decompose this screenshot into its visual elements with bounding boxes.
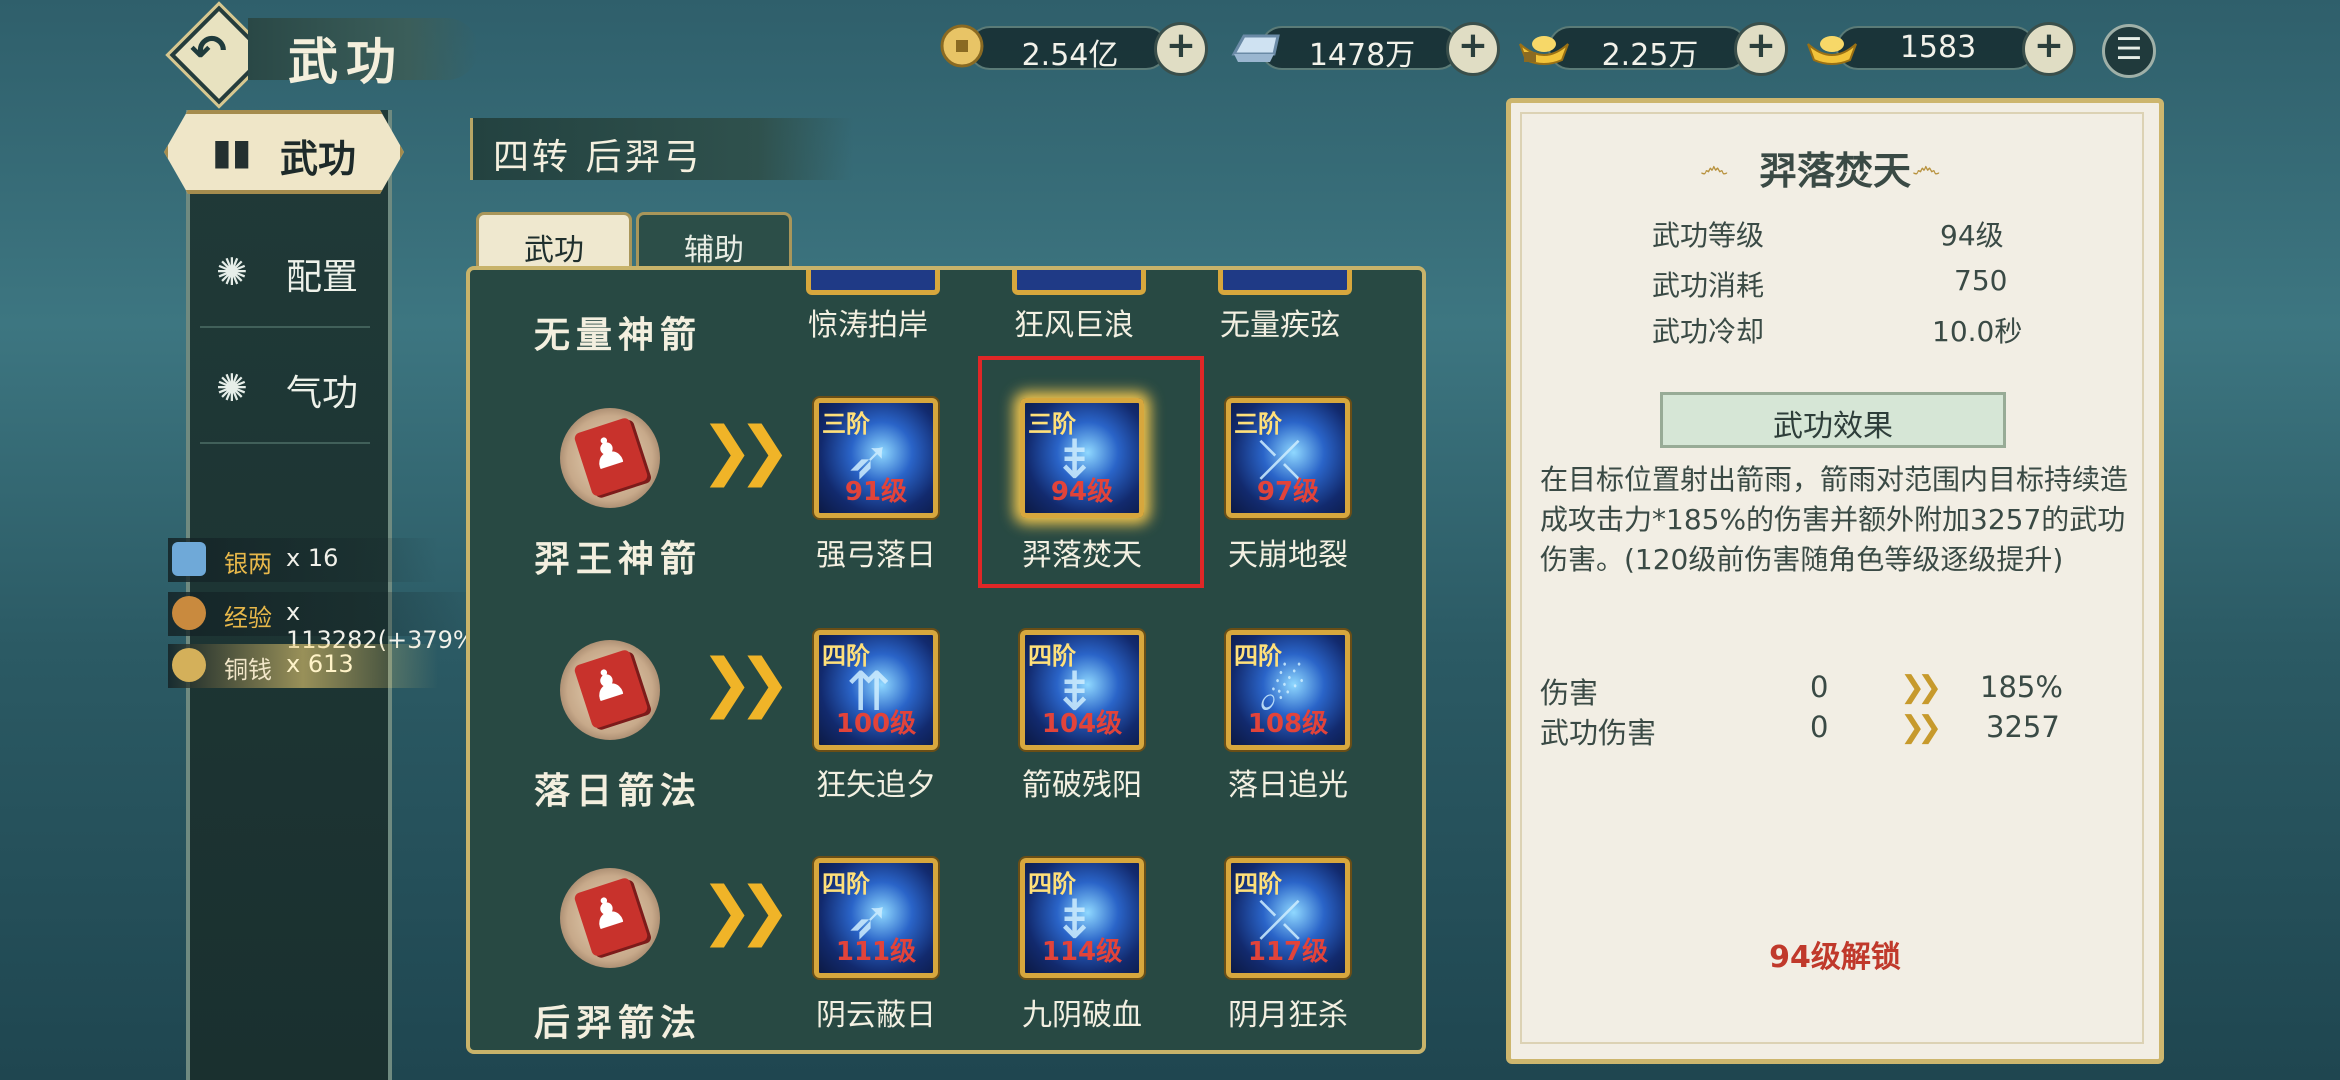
sidebar-divider — [200, 326, 370, 328]
stat-label: 武功消耗 — [1652, 269, 1765, 302]
cards-icon: ▮▮ — [212, 132, 252, 173]
row-label: 无量神箭 — [534, 314, 703, 356]
skill-name[interactable]: 狂风巨浪 — [989, 300, 1159, 344]
skill-name[interactable]: 天崩地裂 — [1203, 530, 1373, 574]
damage-label: 伤害 — [1540, 676, 1599, 710]
currency-silver: 1478万 + — [1230, 22, 1500, 76]
sidebar-item-qigong[interactable]: ✺ 气功 — [186, 342, 392, 432]
skill-icon[interactable]: ⤫ 三阶 97级 — [1226, 398, 1350, 518]
section-title: 四转 后羿弓 — [470, 118, 853, 180]
stat-label: 武功等级 — [1652, 219, 1765, 252]
skill-name[interactable]: 箭破残阳 — [997, 760, 1167, 804]
currency-bound-gold: 2.25万 + — [1518, 22, 1788, 76]
skill-frame-bottom — [1218, 270, 1352, 295]
effect-header: 武功效果 — [1660, 392, 2006, 448]
skill-name[interactable]: 狂矢追夕 — [791, 760, 961, 804]
skill-book-icon: ♟ — [560, 640, 660, 740]
add-bound-gold-button[interactable]: + — [1734, 22, 1788, 76]
skill-book-icon: ♟ — [560, 868, 660, 968]
exp-icon — [172, 596, 206, 630]
silver-icon — [172, 542, 206, 576]
detail-title: 羿落焚天 — [1758, 149, 1911, 193]
skill-name[interactable]: 阴云蔽日 — [791, 990, 961, 1034]
currency-coin: 2.54亿 + — [938, 22, 1208, 76]
add-gold-button[interactable]: + — [2022, 22, 2076, 76]
skill-frame-bottom — [806, 270, 940, 295]
skill-icon[interactable]: ⇟ 四阶 104级 — [1020, 630, 1144, 750]
sidebar-item-wugong[interactable]: ▮▮ 武功 — [164, 110, 404, 194]
selection-highlight — [978, 356, 1204, 588]
damage-from: 0 — [1810, 710, 1829, 744]
add-coin-button[interactable]: + — [1154, 22, 1208, 76]
stat-value: 10.0秒 — [1932, 315, 2023, 348]
chevron-right-icon: ❯❯ — [700, 414, 791, 488]
skill-name[interactable]: 惊涛拍岸 — [783, 300, 953, 344]
damage-from: 0 — [1810, 670, 1829, 704]
damage-to: 3257 — [1986, 710, 2060, 744]
skill-name[interactable]: 阴月狂杀 — [1203, 990, 1373, 1034]
chevron-right-icon: ❯❯ — [1900, 670, 1942, 705]
row-label: 落日箭法 — [534, 770, 703, 812]
skill-icon[interactable]: ➶ 三阶 91级 — [814, 398, 938, 518]
back-arrow-icon: ↶ — [190, 26, 227, 77]
unlock-requirement: 94级解锁 — [1769, 940, 1901, 975]
add-silver-button[interactable]: + — [1446, 22, 1500, 76]
reward-copper: 铜钱 x 613 — [168, 644, 468, 688]
chevron-right-icon: ❯❯ — [700, 646, 791, 720]
stat-label: 武功冷却 — [1652, 315, 1765, 348]
skill-frame-bottom — [1012, 270, 1146, 295]
skill-name[interactable]: 无量疾弦 — [1195, 300, 1365, 344]
reward-exp: 经验 x 113282(+379%) — [168, 592, 498, 654]
currency-gold: 1583 + — [1806, 22, 2076, 76]
skill-book-icon: ♟ — [560, 408, 660, 508]
stat-value: 94级 — [1940, 219, 2004, 252]
chevron-right-icon: ❯❯ — [1900, 710, 1942, 745]
skill-name[interactable]: 落日追光 — [1203, 760, 1373, 804]
swirl-icon: ✺ — [216, 250, 248, 294]
skill-icon[interactable]: ☄ 四阶 108级 — [1226, 630, 1350, 750]
page-title: 武功 — [288, 32, 404, 91]
skill-icon[interactable]: ⤫ 四阶 117级 — [1226, 858, 1350, 978]
sidebar-item-peizhi[interactable]: ✺ 配置 — [186, 226, 392, 316]
row-label: 后羿箭法 — [534, 1002, 703, 1044]
skill-name[interactable]: 九阴破血 — [997, 990, 1167, 1034]
skill-icon[interactable]: ⇟ 四阶 114级 — [1020, 858, 1144, 978]
copper-icon — [172, 648, 206, 682]
damage-to: 185% — [1980, 670, 2063, 704]
row-label: 羿王神箭 — [534, 538, 703, 580]
reward-silver: 银两 x 16 — [168, 538, 468, 582]
skill-icon[interactable]: ⇈ 四阶 100级 — [814, 630, 938, 750]
effect-description: 在目标位置射出箭雨，箭雨对范围内目标持续造成攻击力*185%的伤害并额外附加32… — [1540, 463, 2129, 576]
skill-name[interactable]: 强弓落日 — [791, 530, 961, 574]
menu-list-icon[interactable]: ☰ — [2102, 24, 2156, 78]
swirl-icon: ✺ — [216, 366, 248, 410]
chevron-right-icon: ❯❯ — [700, 874, 791, 948]
stat-value: 750 — [1954, 264, 2008, 297]
damage-label: 武功伤害 — [1540, 716, 1657, 750]
sidebar-divider — [200, 442, 370, 444]
skill-icon[interactable]: ➶ 四阶 111级 — [814, 858, 938, 978]
